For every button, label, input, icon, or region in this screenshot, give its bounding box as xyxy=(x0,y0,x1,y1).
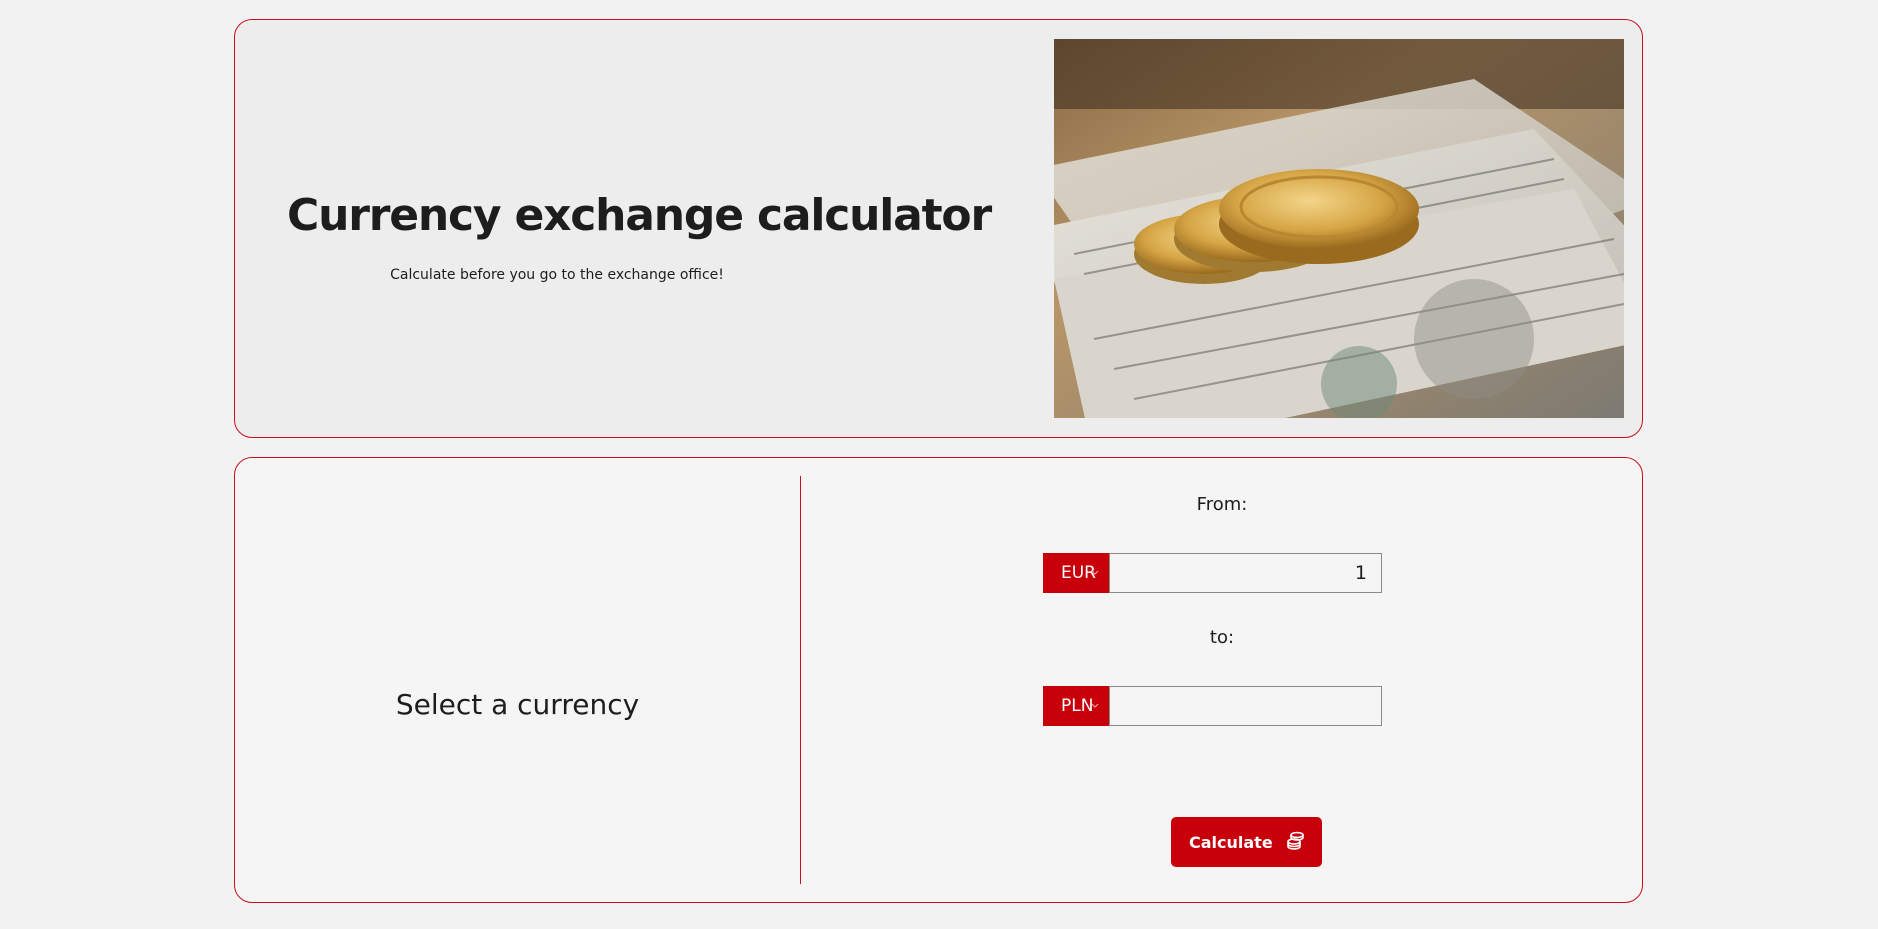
hero-text-block: Currency exchange calculator Calculate b… xyxy=(287,190,992,283)
to-row: PLN xyxy=(1043,686,1382,726)
page-title: Currency exchange calculator xyxy=(287,190,992,241)
calculate-button[interactable]: Calculate xyxy=(1171,817,1322,867)
to-amount-output[interactable] xyxy=(1109,686,1382,726)
chevron-down-icon xyxy=(1091,570,1099,575)
coins-on-dollar-bills-image xyxy=(1054,39,1624,418)
calculate-button-label: Calculate xyxy=(1189,832,1273,852)
from-label: From: xyxy=(1196,494,1248,515)
conversion-form: From: EUR to: PLN Calculate xyxy=(802,458,1642,904)
coins-icon xyxy=(1287,831,1304,850)
page-subtitle: Calculate before you go to the exchange … xyxy=(390,267,724,283)
from-currency-select[interactable]: EUR xyxy=(1043,553,1109,593)
calculator-card: Select a currency From: EUR to: PLN xyxy=(234,457,1643,903)
to-label: to: xyxy=(1209,627,1235,648)
select-currency-prompt: Select a currency xyxy=(395,687,640,721)
hero-card: Currency exchange calculator Calculate b… xyxy=(234,19,1643,438)
to-currency-select[interactable]: PLN xyxy=(1043,686,1109,726)
currency-info-panel: Select a currency xyxy=(235,476,801,884)
hero-image xyxy=(1054,39,1624,418)
from-amount-input[interactable] xyxy=(1109,553,1382,593)
from-row: EUR xyxy=(1043,553,1382,593)
chevron-down-icon xyxy=(1091,703,1099,708)
